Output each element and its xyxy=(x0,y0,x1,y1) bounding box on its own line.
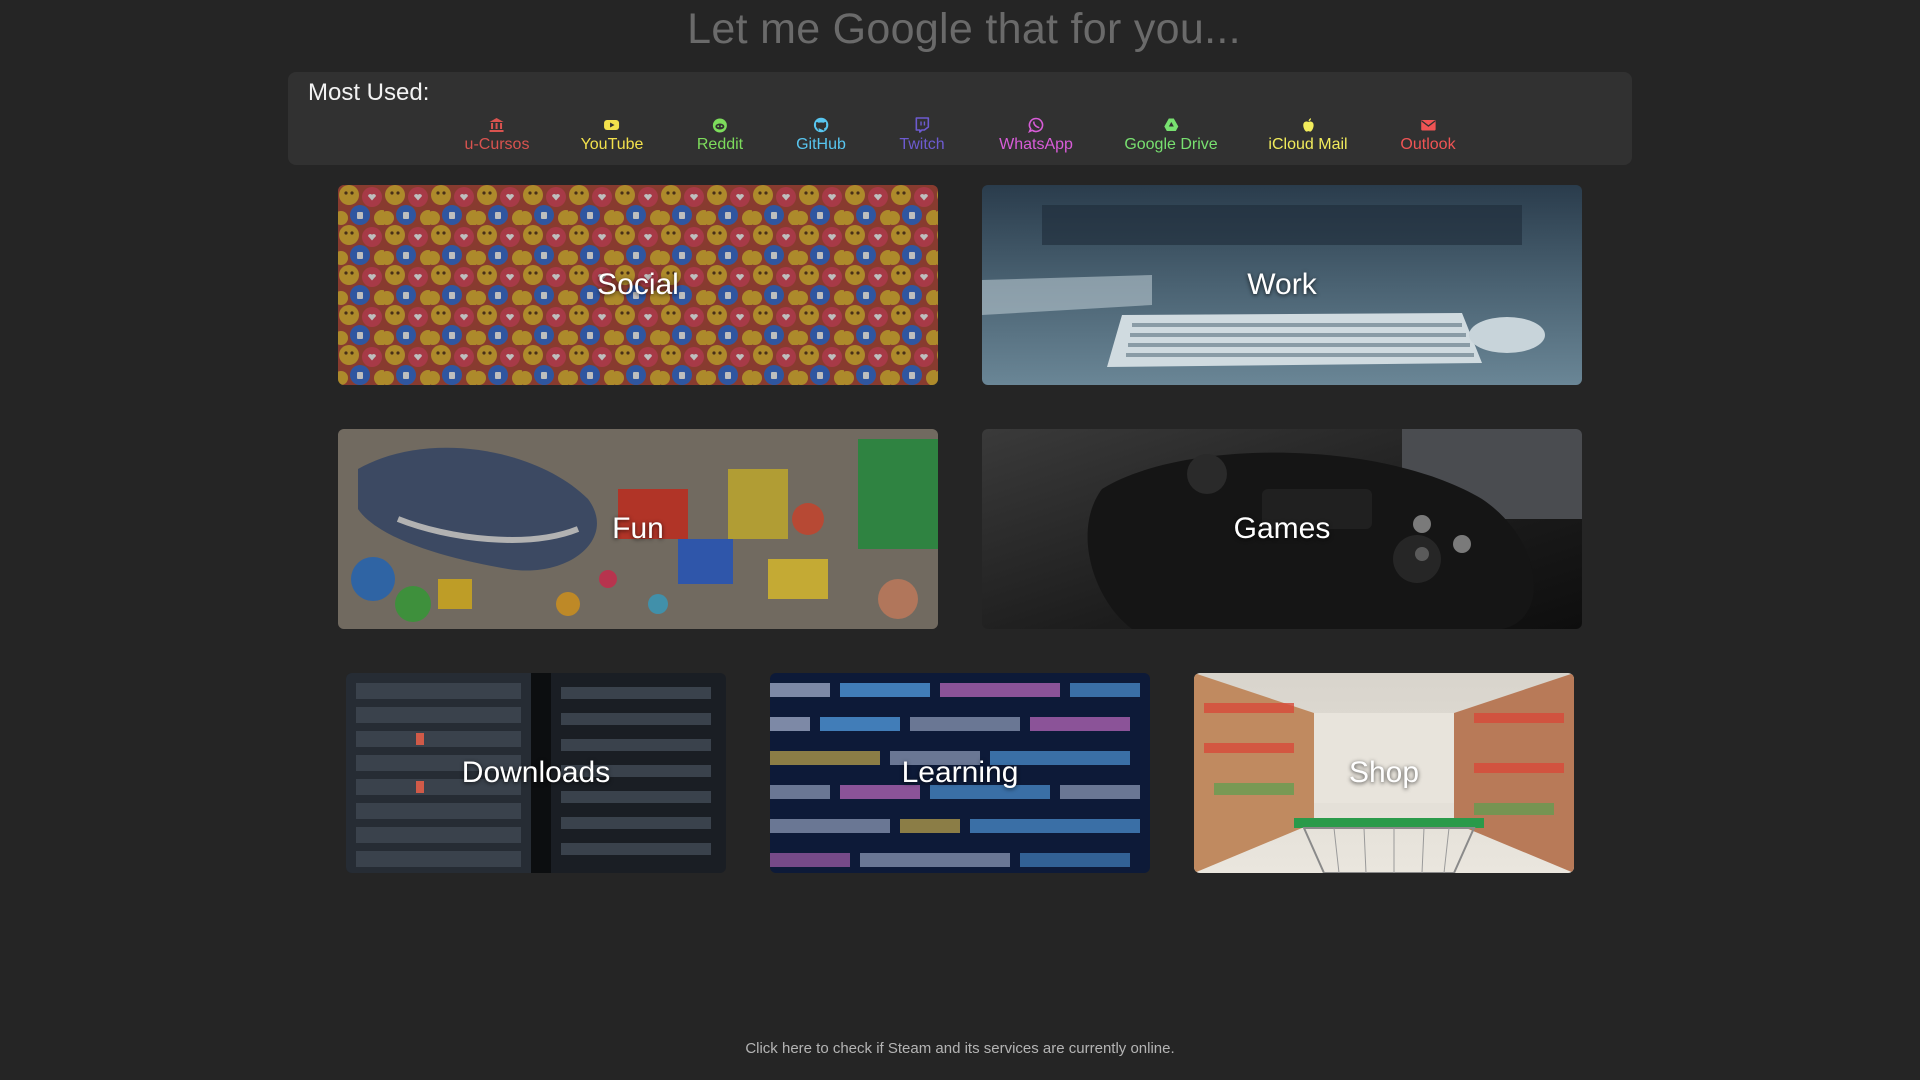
shortcut-youtube[interactable]: YouTube xyxy=(580,117,644,155)
category-tile-work[interactable]: Work xyxy=(982,185,1582,385)
youtube-icon xyxy=(604,120,620,130)
twitch-icon xyxy=(915,117,929,133)
shortcut-row: u-Cursos YouTube Reddit GitHub Twitch Wh… xyxy=(288,117,1632,161)
category-label: Social xyxy=(597,268,679,301)
google-drive-icon xyxy=(1164,118,1178,131)
shortcut-reddit[interactable]: Reddit xyxy=(697,117,743,155)
shortcut-label: GitHub xyxy=(796,136,846,153)
category-label: Fun xyxy=(612,512,664,545)
category-tile-social[interactable]: Social xyxy=(338,185,938,385)
whatsapp-icon xyxy=(1028,117,1044,133)
shortcut-label: Reddit xyxy=(696,136,744,153)
category-tile-downloads[interactable]: Downloads xyxy=(346,673,726,873)
category-tile-learning[interactable]: Learning xyxy=(770,673,1150,873)
shortcut-outlook[interactable]: Outlook xyxy=(1400,117,1456,155)
shortcut-github[interactable]: GitHub xyxy=(796,117,846,155)
shortcut-label: Twitch xyxy=(899,136,945,153)
search-input[interactable]: Let me Google that for you... xyxy=(0,0,1920,58)
shortcut-icloud-mail[interactable]: iCloud Mail xyxy=(1268,117,1348,155)
shortcut-label: Google Drive xyxy=(1124,136,1218,153)
university-icon xyxy=(490,118,504,132)
category-label: Work xyxy=(1247,268,1317,301)
reddit-icon xyxy=(713,118,727,133)
envelope-icon xyxy=(1420,120,1436,131)
shortcut-u-cursos[interactable]: u-Cursos xyxy=(464,117,530,155)
category-label: Learning xyxy=(901,756,1019,789)
shortcut-label: YouTube xyxy=(580,136,644,153)
shortcut-whatsapp[interactable]: WhatsApp xyxy=(999,117,1073,155)
category-tile-games[interactable]: Games xyxy=(982,429,1582,629)
category-tile-shop[interactable]: Shop xyxy=(1194,673,1574,873)
shortcut-label: iCloud Mail xyxy=(1268,136,1348,153)
category-label: Games xyxy=(1233,512,1331,545)
most-used-panel: Most Used: u-Cursos YouTube Reddit GitHu… xyxy=(288,72,1632,165)
category-tile-fun[interactable]: Fun xyxy=(338,429,938,629)
steam-status-link[interactable]: Click here to check if Steam and its ser… xyxy=(0,1040,1920,1057)
most-used-title: Most Used: xyxy=(308,79,430,106)
github-icon xyxy=(813,117,829,133)
category-label: Shop xyxy=(1348,756,1420,789)
page: Let me Google that for you... Most Used:… xyxy=(0,0,1920,1080)
shortcut-twitch[interactable]: Twitch xyxy=(899,117,945,155)
shortcut-label: Outlook xyxy=(1400,136,1456,153)
category-label: Downloads xyxy=(461,756,611,789)
apple-icon xyxy=(1302,118,1314,132)
shortcut-label: WhatsApp xyxy=(999,136,1073,153)
shortcut-google-drive[interactable]: Google Drive xyxy=(1124,117,1218,155)
shortcut-label: u-Cursos xyxy=(464,136,530,153)
